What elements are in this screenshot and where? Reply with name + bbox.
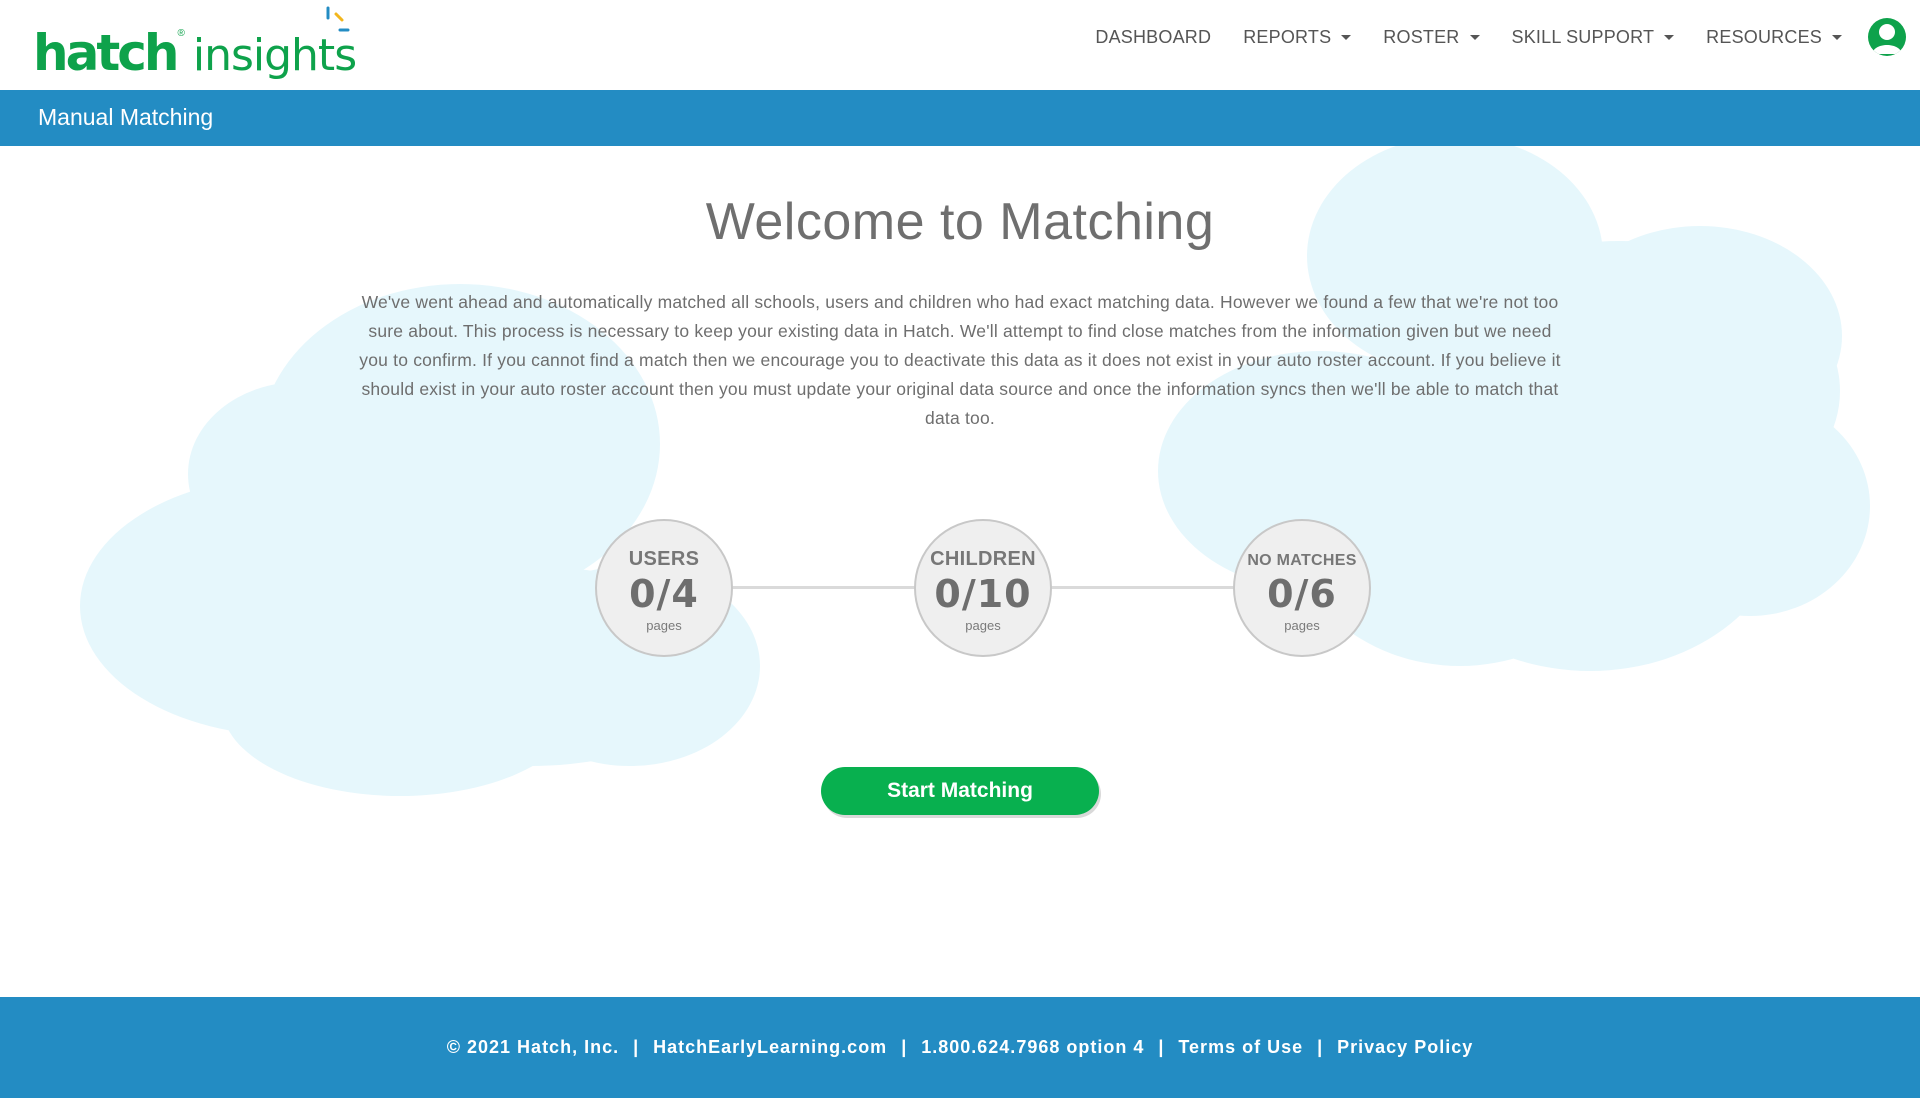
step-no-matches-label: NO MATCHES <box>1247 552 1357 569</box>
nav-skill-support-label: SKILL SUPPORT <box>1511 26 1655 47</box>
nav-roster-label: ROSTER <box>1383 26 1460 47</box>
footer-links: © 2021 Hatch, Inc. | HatchEarlyLearning.co… <box>0 1037 1920 1058</box>
user-avatar-icon <box>1872 24 1902 54</box>
nav-roster[interactable]: ROSTER <box>1383 26 1480 48</box>
hatch-insights-logo[interactable]: hatch ® insights <box>33 14 357 82</box>
top-navbar: hatch ® insights DASHBOARD REPORTS ROSTE… <box>0 0 1920 90</box>
caret-down-icon <box>1832 34 1842 40</box>
step-users: USERS 0/4 pages <box>595 519 733 657</box>
step-users-count: 0/4 <box>629 572 699 616</box>
caret-down-icon <box>1664 34 1675 40</box>
welcome-heading: Welcome to Matching <box>705 193 1215 251</box>
caret-down-icon <box>1341 34 1352 40</box>
caret-down-icon <box>1469 34 1480 40</box>
logo-hatch-text: hatch <box>33 24 179 82</box>
step-users-label: USERS <box>628 548 700 570</box>
footer-phone-link[interactable]: 1.800.624.7968 option 4 <box>921 1037 1144 1057</box>
step-no-matches-unit: pages <box>1284 618 1320 633</box>
logo-burst-icon <box>326 6 350 32</box>
nav-resources-label: RESOURCES <box>1706 26 1822 47</box>
page-title-bar: Manual Matching <box>0 90 1920 146</box>
intro-paragraph: We've went ahead and automatically match… <box>359 292 1561 428</box>
nav-resources[interactable]: RESOURCES <box>1706 27 1842 48</box>
step-children-unit: pages <box>965 618 1001 633</box>
step-no-matches: NO MATCHES 0/6 pages <box>1233 519 1371 657</box>
step-children-count: 0/10 <box>934 572 1032 616</box>
footer-separator: | <box>901 1037 908 1057</box>
start-matching-button[interactable]: Start Matching <box>821 767 1099 815</box>
nav-skill-support[interactable]: SKILL SUPPORT <box>1512 27 1675 48</box>
footer-copyright: © 2021 Hatch, Inc. <box>446 1037 620 1057</box>
footer-privacy-link[interactable]: Privacy Policy <box>1337 1037 1473 1057</box>
footer-separator: | <box>633 1037 640 1057</box>
footer-terms-link[interactable]: Terms of Use <box>1178 1037 1303 1057</box>
footer-website-link[interactable]: HatchEarlyLearning.com <box>653 1037 887 1057</box>
page: hatch ® insights DASHBOARD REPORTS ROSTE… <box>0 0 1920 1100</box>
footer-separator: | <box>1317 1037 1324 1057</box>
footer: © 2021 Hatch, Inc. | HatchEarlyLearning.co… <box>0 997 1920 1098</box>
matching-progress: USERS 0/4 pages CHILDREN 0/10 pages NO M… <box>0 519 1920 657</box>
user-avatar-button[interactable] <box>1868 18 1906 56</box>
step-children: CHILDREN 0/10 pages <box>914 519 1052 657</box>
page-title: Manual Matching <box>38 104 214 130</box>
nav-dashboard-label: DASHBOARD <box>1095 26 1212 47</box>
nav-reports-label: REPORTS <box>1243 26 1332 47</box>
main-nav: DASHBOARD REPORTS ROSTER SKILL SUPPORT R… <box>1063 0 1920 74</box>
footer-separator: | <box>1158 1037 1165 1057</box>
nav-dashboard[interactable]: DASHBOARD <box>1095 27 1211 48</box>
step-users-unit: pages <box>646 618 682 633</box>
step-children-label: CHILDREN <box>930 548 1036 570</box>
step-no-matches-count: 0/6 <box>1267 572 1337 616</box>
logo-registered-mark: ® <box>177 28 185 39</box>
nav-reports[interactable]: REPORTS <box>1243 26 1352 48</box>
